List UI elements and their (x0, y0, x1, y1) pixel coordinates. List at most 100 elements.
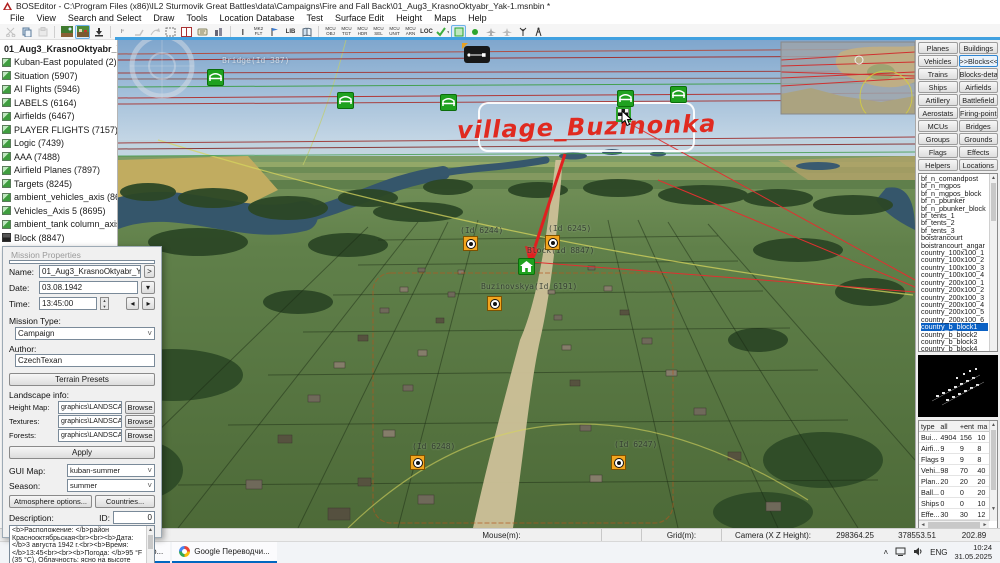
tree-item-block[interactable]: Block (8847) (2, 231, 117, 245)
tree-item-airfield-planes[interactable]: Airfield Planes (7897) (2, 164, 117, 178)
height-map-input[interactable]: graphics\LANDSCAPE_Kuba (58, 401, 122, 414)
tree-item-vehicles-axis[interactable]: Vehicles_Axis 5 (8695) (2, 204, 117, 218)
menu-help[interactable]: Help (462, 13, 493, 23)
stats-row[interactable]: Airfi... 9 9 8 (919, 443, 989, 454)
volume-icon[interactable] (913, 547, 923, 558)
tree-item-targets[interactable]: Targets (8245) (2, 177, 117, 191)
description-scrollbar[interactable]: ▲▼ (146, 526, 154, 563)
terrain-presets-button[interactable]: Terrain Presets (9, 373, 155, 386)
stats-row[interactable]: Plan... 20 20 20 (919, 476, 989, 487)
menu-search-and-select[interactable]: Search and Select (62, 13, 148, 23)
stats-scrollbar[interactable]: ▲ ▼ (989, 421, 997, 521)
time-input[interactable]: 13:45:00 (39, 297, 97, 310)
stats-row[interactable]: Vehi... 98 70 40 (919, 465, 989, 476)
target-map-icon[interactable] (487, 296, 502, 311)
scroll-up-icon[interactable]: ▲ (990, 174, 997, 182)
stats-row[interactable]: Ball... 0 0 20 (919, 487, 989, 498)
cut-icon[interactable] (3, 25, 18, 39)
tree-item-situation[interactable]: Situation (5907) (2, 69, 117, 83)
menu-tools[interactable]: Tools (180, 13, 213, 23)
tree-item-ai-flights[interactable]: AI Flights (5946) (2, 83, 117, 97)
category-flags[interactable]: Flags (918, 146, 958, 158)
name-expand-button[interactable]: > (144, 265, 155, 278)
time-back-button[interactable]: ◂ (126, 297, 139, 310)
network-icon[interactable] (895, 547, 906, 558)
terrain-objects-view-icon[interactable] (75, 24, 90, 39)
tree-root-item[interactable]: 01_Aug3_KrasnoOktyabr_Yak-1 (1) (2, 42, 117, 56)
stats-header[interactable]: type (919, 421, 940, 431)
terrain-view-icon[interactable] (59, 25, 74, 39)
category-aerostats[interactable]: Aerostats (918, 107, 958, 119)
stats-row[interactable]: Bui... 4904 156 10 (919, 432, 989, 443)
bridge-map-icon[interactable] (337, 92, 354, 109)
taskbar-app-google-translate[interactable]: Google Переводчи... (172, 542, 277, 563)
import-height-icon[interactable] (91, 25, 106, 39)
list-scrollbar[interactable]: ▲ (989, 174, 997, 351)
category-helpers[interactable]: Helpers (918, 159, 958, 171)
menu-file[interactable]: File (4, 13, 31, 23)
tray-expand-icon[interactable]: ˄ (883, 548, 888, 557)
menu-height[interactable]: Height (390, 13, 428, 23)
menu-maps[interactable]: Maps (428, 13, 462, 23)
menu-draw[interactable]: Draw (147, 13, 180, 23)
tree-item-airfields[interactable]: Airfields (6467) (2, 110, 117, 124)
target-map-icon[interactable] (545, 235, 560, 250)
category-battlefield[interactable]: Battlefield (958, 94, 998, 106)
menu-test[interactable]: Test (301, 13, 330, 23)
tree-item-logic[interactable]: Logic (7439) (2, 137, 117, 151)
paste-icon[interactable] (35, 25, 50, 39)
atmosphere-options-button[interactable]: Atmosphere options... (9, 495, 93, 508)
bridge-map-icon[interactable] (440, 94, 457, 111)
list-item[interactable]: country_b_block4 (921, 345, 988, 351)
category-airfields[interactable]: Airfields (958, 81, 998, 93)
season-select[interactable]: summer (67, 479, 155, 492)
category-grounds[interactable]: Grounds (958, 133, 998, 145)
tree-item-player-flights[interactable]: PLAYER FLIGHTS (7157) (2, 123, 117, 137)
stats-row[interactable]: Effe... 30 30 12 (919, 509, 989, 520)
forests-input[interactable]: graphics\LANDSCAPE_Kuba (58, 429, 122, 442)
tree-item-ambient-tank-column[interactable]: ambient_tank column_axis_1 (8791) (2, 218, 117, 232)
category-blocks-detail[interactable]: Blocks-detail (958, 68, 998, 80)
block-3d-preview[interactable] (918, 355, 998, 417)
category-firing-point[interactable]: Firing-point (958, 107, 998, 119)
countries-button[interactable]: Countries... (95, 495, 155, 508)
id-input[interactable]: 0 (113, 511, 155, 524)
description-textarea[interactable]: <b>Расположение: </b>район Краснооктябрь… (9, 525, 155, 563)
menu-surface-edit[interactable]: Surface Edit (329, 13, 390, 23)
time-spinner[interactable]: ▲ ▼ (100, 297, 109, 310)
category-vehicles[interactable]: Vehicles (918, 55, 958, 67)
language-indicator[interactable]: ENG (930, 548, 947, 557)
taskbar-clock[interactable]: 10:24 31.05.2025 (954, 543, 992, 561)
mission-name-input[interactable]: 01_Aug3_KrasnoOktyabr_Yak-1 (39, 265, 141, 278)
stats-header[interactable]: all (940, 421, 959, 431)
target-map-icon[interactable] (410, 455, 425, 470)
block-type-list[interactable]: bf_n_comandpost bf_n_mgpos bf_n_mgpos_bl… (918, 173, 998, 352)
3d-viewport[interactable]: village_Buzinonka Bridge(Id 387) (Id 624… (118, 40, 915, 528)
tree-item-ambient-vehicles[interactable]: ambient_vehicles_axis (8629) (2, 191, 117, 205)
stats-row[interactable]: Flags 9 9 8 (919, 454, 989, 465)
mission-type-select[interactable]: Campaign (15, 327, 155, 340)
tree-item-aaa[interactable]: AAA (7488) (2, 150, 117, 164)
mission-properties-dialog[interactable]: Mission Properties Name: 01_Aug3_KrasnoO… (2, 246, 162, 563)
category-ships[interactable]: Ships (918, 81, 958, 93)
scroll-thumb[interactable] (991, 183, 996, 221)
category-groups[interactable]: Groups (918, 133, 958, 145)
stats-header[interactable]: ma (977, 421, 989, 431)
gui-map-select[interactable]: kuban-summer (67, 464, 155, 477)
category-artillery[interactable]: Artillery (918, 94, 958, 106)
category-planes[interactable]: Planes (918, 42, 958, 54)
menu-view[interactable]: View (31, 13, 62, 23)
textures-browse-button[interactable]: Browse (125, 415, 155, 428)
category-effects[interactable]: Effects (958, 146, 998, 158)
category-trains[interactable]: Trains (918, 68, 958, 80)
forests-browse-button[interactable]: Browse (125, 429, 155, 442)
object-stats-table[interactable]: type all +ent ma Bui... 4904 156 10 Airfi..… (918, 420, 998, 529)
category-locations[interactable]: Locations (958, 159, 998, 171)
stats-hscrollbar[interactable]: ◄ ► (919, 520, 989, 528)
bridge-map-icon[interactable] (207, 69, 224, 86)
apply-button[interactable]: Apply (9, 446, 155, 459)
stats-header[interactable]: +ent (960, 421, 977, 431)
time-forward-button[interactable]: ▸ (142, 297, 155, 310)
menu-location-database[interactable]: Location Database (213, 13, 300, 23)
height-map-browse-button[interactable]: Browse (125, 401, 155, 414)
